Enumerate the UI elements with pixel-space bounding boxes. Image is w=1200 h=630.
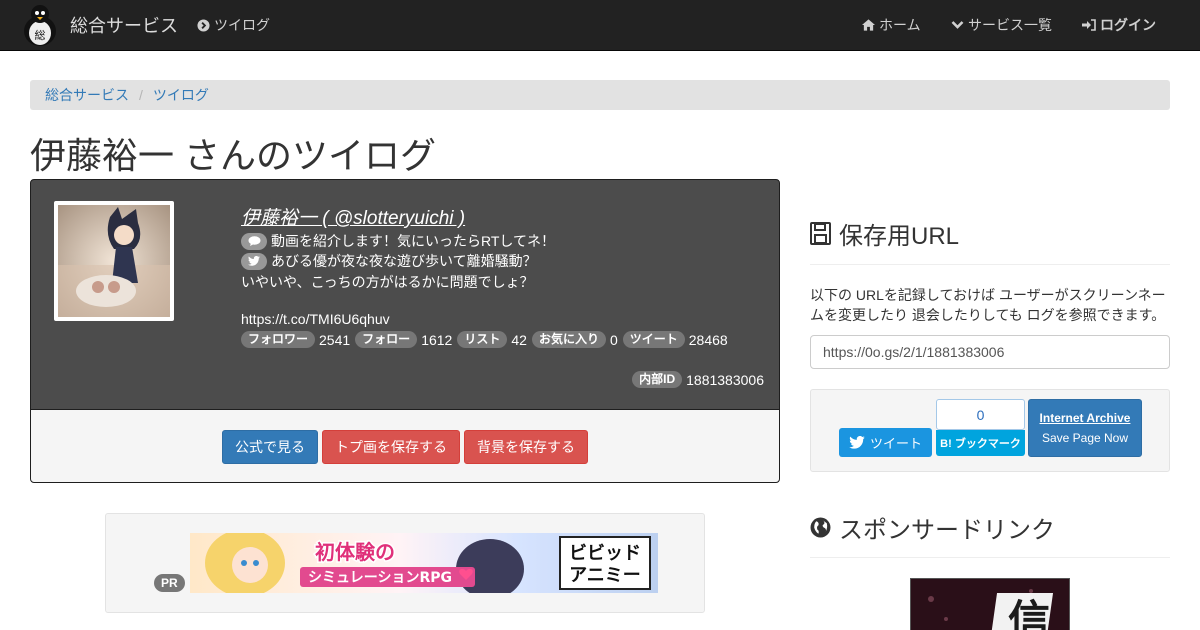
stat-followers-value: 2541 bbox=[319, 331, 351, 348]
avatar-image bbox=[58, 205, 170, 317]
save-avatar-button[interactable]: トプ画を保存する bbox=[322, 430, 460, 464]
nav-services-label: サービス一覧 bbox=[968, 17, 1052, 33]
stat-tweets-value: 28468 bbox=[688, 331, 728, 348]
internet-archive-button[interactable]: Internet Archive Save Page Now bbox=[1028, 399, 1142, 457]
profile-line-2: あびる優が夜な夜な遊び歩いて離婚騒動？ bbox=[241, 251, 537, 271]
save-url-description: 以下の URLを記録しておけば ユーザーがスクリーンネームを変更したり 退会した… bbox=[810, 287, 1166, 323]
save-url-input[interactable] bbox=[810, 335, 1170, 369]
nav-login[interactable]: ログイン bbox=[1082, 0, 1156, 50]
profile-actions: 公式で見る トプ画を保存する 背景を保存する bbox=[30, 409, 780, 483]
internal-id-value: 1881383006 bbox=[686, 371, 764, 388]
sign-in-icon bbox=[1082, 19, 1096, 31]
stat-followers-label: フォロワー bbox=[241, 331, 316, 348]
brand-link[interactable]: 総 総合サービス bbox=[20, 2, 178, 48]
nav-home[interactable]: ホーム bbox=[862, 0, 921, 50]
svg-text:総: 総 bbox=[35, 28, 46, 42]
stat-lists-value: 42 bbox=[511, 331, 527, 348]
floppy-disk-icon bbox=[810, 222, 831, 245]
profile-name-link[interactable]: 伊藤裕一 ( @slotteryuichi ) bbox=[241, 203, 465, 230]
profile-line-3: いやいや、こっちの方がはるかに問題でしょ？ bbox=[241, 274, 534, 290]
latest-tweet: あびる優が夜な夜な遊び歩いて離婚騒動？ bbox=[271, 253, 537, 269]
share-panel: ツイート 0 B! ブックマーク Internet Archive Save P… bbox=[810, 389, 1170, 472]
breadcrumb: 総合サービス / ツイログ bbox=[30, 80, 1170, 110]
save-url-title: 保存用URL bbox=[839, 223, 960, 250]
save-background-button[interactable]: 背景を保存する bbox=[464, 430, 588, 464]
home-icon bbox=[862, 19, 875, 31]
twitter-bird-icon bbox=[849, 436, 865, 449]
svg-text:シミュレーションRPG: シミュレーションRPG bbox=[308, 570, 452, 586]
internal-id: 内部ID 1881383006 bbox=[632, 371, 764, 388]
profile-bio: 動画を紹介します！気にいったらRTしてネ！ bbox=[271, 233, 555, 249]
svg-text:ビビッド: ビビッド bbox=[569, 543, 641, 564]
internet-archive-title: Internet Archive bbox=[1039, 411, 1131, 425]
avatar[interactable] bbox=[54, 201, 174, 321]
nav-home-label: ホーム bbox=[879, 17, 921, 33]
profile-url[interactable]: https://t.co/TMI6U6qhuv bbox=[241, 311, 390, 327]
nav-services[interactable]: サービス一覧 bbox=[951, 0, 1052, 50]
tweet-button-label: ツイート bbox=[869, 436, 922, 451]
view-official-button[interactable]: 公式で見る bbox=[222, 430, 318, 464]
profile-line-1: 動画を紹介します！気にいったらRTしてネ！ bbox=[241, 231, 555, 251]
navbar: 総 総合サービス ツイログ ホーム サービス一覧 ログイン bbox=[0, 0, 1200, 51]
hatena-bookmark-button[interactable]: B! ブックマーク bbox=[936, 430, 1025, 456]
ad-box: PR ビビッド アニミー 初体験の シミュレーションRPG bbox=[105, 513, 705, 613]
internal-id-label: 内部ID bbox=[632, 371, 683, 388]
globe-icon bbox=[810, 517, 831, 538]
comment-icon bbox=[241, 232, 267, 250]
svg-text:初体験の: 初体験の bbox=[315, 540, 395, 564]
nav-tweetlog-label: ツイログ bbox=[214, 17, 270, 33]
stat-tweets-label: ツイート bbox=[622, 331, 685, 348]
sponsor-title: スポンサードリンク bbox=[839, 517, 1055, 544]
page-title: 伊藤裕一 さんのツイログ bbox=[30, 135, 437, 176]
sponsor-ad-graphic: 信 bbox=[911, 579, 1069, 630]
profile-panel: 伊藤裕一 ( @slotteryuichi ) 動画を紹介します！気にいったらR… bbox=[30, 179, 780, 410]
penguin-logo-icon: 総 bbox=[24, 5, 56, 46]
chevron-circle-right-icon bbox=[197, 18, 210, 32]
nav-tweetlog[interactable]: ツイログ bbox=[197, 0, 270, 50]
brand-name: 総合サービス bbox=[70, 16, 178, 36]
stat-favorites-label: お気に入り bbox=[531, 331, 606, 348]
breadcrumb-separator: / bbox=[139, 87, 143, 103]
divider bbox=[810, 557, 1170, 558]
sponsor-ad-image[interactable]: 信 bbox=[910, 578, 1070, 630]
sponsor-heading: スポンサードリンク bbox=[810, 510, 1055, 545]
svg-text:信: 信 bbox=[1008, 596, 1050, 630]
breadcrumb-home[interactable]: 総合サービス bbox=[45, 85, 129, 105]
divider bbox=[810, 264, 1170, 265]
save-url-heading: 保存用URL bbox=[810, 216, 959, 251]
twitter-icon bbox=[241, 252, 267, 270]
ad-banner[interactable]: ビビッド アニミー 初体験の シミュレーションRPG bbox=[190, 533, 658, 593]
internet-archive-subtitle: Save Page Now bbox=[1041, 431, 1129, 445]
tweet-button[interactable]: ツイート bbox=[839, 428, 932, 457]
stat-following-label: フォロー bbox=[355, 331, 418, 348]
hatena-count: 0 bbox=[936, 399, 1025, 430]
svg-text:アニミー: アニミー bbox=[569, 565, 641, 586]
stat-following-value: 1612 bbox=[421, 331, 453, 348]
nav-login-label: ログイン bbox=[1100, 17, 1156, 33]
chevron-down-icon bbox=[951, 20, 964, 30]
pr-badge: PR bbox=[154, 574, 185, 592]
profile-stats: フォロワー 2541 フォロー 1612 リスト 42 お気に入り 0 ツイート… bbox=[241, 331, 733, 348]
stat-lists-label: リスト bbox=[457, 331, 508, 348]
stat-favorites-value: 0 bbox=[609, 331, 618, 348]
breadcrumb-tweetlog[interactable]: ツイログ bbox=[153, 85, 209, 105]
ad-banner-image: ビビッド アニミー 初体験の シミュレーションRPG bbox=[190, 533, 658, 593]
